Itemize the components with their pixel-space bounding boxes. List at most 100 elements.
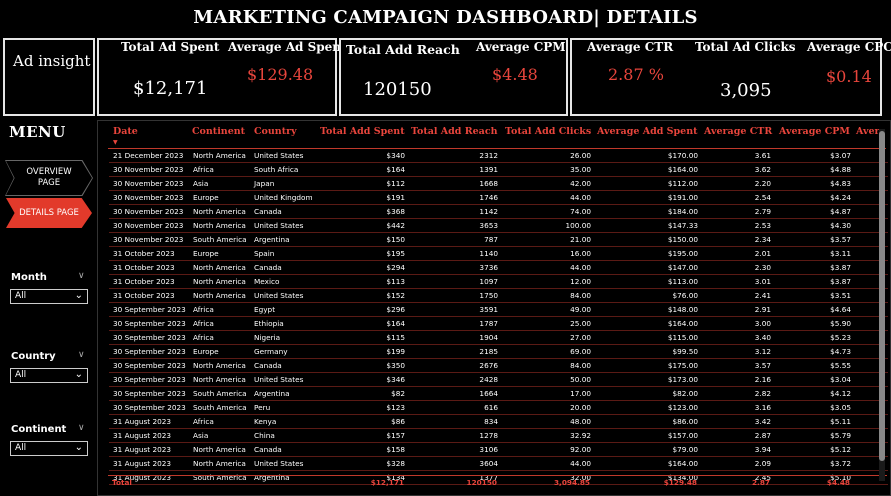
column-header-country[interactable]: Country [254,126,297,137]
cell-country: Canada [254,445,282,454]
cell-total-add-spent: $157 [386,431,405,440]
table-scrollbar-thumb[interactable] [879,131,885,461]
cell-total-add-spent: $350 [386,361,405,370]
cell-average-ctr: 2.53 [754,221,771,230]
cell-average-add-spent: $170.00 [667,151,698,160]
overview-page-button[interactable]: OVERVIEW PAGE [6,161,92,195]
cell-average-add-spent: $175.00 [667,361,698,370]
table-row[interactable]: 30 November 2023 Asia Japan $112 1668 42.00 $1… [98,177,890,191]
cell-average-add-spent: $147.33 [667,221,698,230]
column-header-total-add-spent[interactable]: Total Add Spent [320,126,405,137]
cell-continent: Europe [193,347,219,356]
table-row[interactable]: 30 November 2023 Africa South Africa $164 13… [98,163,890,177]
table-scrollbar[interactable] [879,129,885,481]
cell-total-add-spent: $123 [386,403,405,412]
table-row[interactable]: 30 September 2023 Africa Egypt $296 3591 49.0… [98,303,890,317]
table-row[interactable]: 30 November 2023 North America Canada $368 1… [98,205,890,219]
table-row[interactable]: 31 October 2023 North America Mexico $113 10… [98,275,890,289]
cell-average-ctr: 2.16 [754,375,771,384]
kpi-card-reach: Total Add Reach Average CPM $4.48 120150 [339,38,568,116]
cell-average-cpm: $4.87 [830,207,851,216]
cell-average-add-spent: $150.00 [667,235,698,244]
column-header-continent[interactable]: Continent [192,126,245,137]
table-row[interactable]: 31 August 2023 Africa Kenya $86 834 48.00 $86.… [98,415,890,429]
table-row[interactable]: 31 August 2023 Asia China $157 1278 32.92 $157… [98,429,890,443]
total-total-add-reach: 120150 [466,478,497,487]
cell-total-add-spent: $340 [386,151,405,160]
cell-continent: Africa [193,333,214,342]
country-select[interactable]: All ⌄ [10,368,88,383]
cell-total-add-clicks: 48.00 [570,417,591,426]
cell-average-ctr: 2.30 [754,263,771,272]
cell-total-add-reach: 2312 [479,151,498,160]
total-date: Total [112,478,132,487]
cell-continent: North America [193,291,246,300]
cell-total-add-reach: 1097 [479,277,498,286]
table-row[interactable]: 30 September 2023 Africa Nigeria $115 1904 27… [98,331,890,345]
cell-continent: Africa [193,319,214,328]
table-row[interactable]: 30 November 2023 North America United Stat… [98,219,890,233]
cell-continent: Asia [193,179,209,188]
cell-total-add-spent: $164 [386,319,405,328]
table-row[interactable]: 30 September 2023 South America Argentina $… [98,387,890,401]
cell-total-add-clicks: 84.00 [570,291,591,300]
cell-total-add-clicks: 100.00 [565,221,591,230]
cell-country: United Kingdom [254,193,313,202]
cell-total-add-spent: $346 [386,375,405,384]
cell-date: 30 November 2023 [113,165,184,174]
cell-average-cpm: $5.23 [830,333,851,342]
month-select[interactable]: All ⌄ [10,289,88,304]
chevron-down-icon[interactable]: ∨ [78,350,85,360]
cell-average-add-spent: $148.00 [667,305,698,314]
cell-average-ctr: 3.61 [754,151,771,160]
table-row[interactable]: 30 September 2023 South America Peru $123 61… [98,401,890,415]
table-row[interactable]: 31 August 2023 North America United States… [98,457,890,471]
table-row[interactable]: 30 September 2023 North America United Sta… [98,373,890,387]
cell-total-add-clicks: 32.92 [570,431,591,440]
table-row[interactable]: 21 December 2023 North America United Stat… [98,149,890,163]
cell-total-add-clicks: 50.00 [570,375,591,384]
cell-average-add-spent: $191.00 [667,193,698,202]
cell-country: Spain [254,249,275,258]
column-header-total-add-reach[interactable]: Total Add Reach [411,126,498,137]
continent-select[interactable]: All ⌄ [10,441,88,456]
cell-average-ctr: 2.91 [754,305,771,314]
cell-total-add-reach: 834 [484,417,498,426]
details-page-button[interactable]: DETAILS PAGE [6,198,92,228]
cell-average-ctr: 2.79 [754,207,771,216]
chevron-down-icon[interactable]: ∨ [78,423,85,433]
cell-average-ctr: 3.12 [754,347,771,356]
table-row[interactable]: 31 August 2023 North America Canada $158 310… [98,443,890,457]
cell-total-add-clicks: 26.00 [570,151,591,160]
table-row[interactable]: 31 October 2023 Europe Spain $195 1140 16.00 $… [98,247,890,261]
column-header-average-ctr[interactable]: Average CTR [704,126,772,137]
table-row[interactable]: 31 October 2023 North America Canada $294 37… [98,261,890,275]
table-row[interactable]: 30 September 2023 North America Canada $350… [98,359,890,373]
cell-continent: North America [193,459,246,468]
table-row[interactable]: 30 November 2023 Europe United Kingdom $191… [98,191,890,205]
cell-average-ctr: 3.62 [754,165,771,174]
cell-average-ctr: 2.34 [754,235,771,244]
cell-continent: Africa [193,305,214,314]
cell-average-add-spent: $164.00 [667,319,698,328]
column-header-average-cpc[interactable]: Aver [856,126,880,137]
cell-total-add-spent: $294 [386,263,405,272]
table-row[interactable]: 30 September 2023 Africa Ethiopia $164 1787 2… [98,317,890,331]
table-row[interactable]: 31 October 2023 North America United State… [98,289,890,303]
cell-total-add-reach: 3653 [479,221,498,230]
column-header-average-cpm[interactable]: Average CPM [779,126,850,137]
table-row[interactable]: 30 November 2023 South America Argentina $1… [98,233,890,247]
column-header-average-add-spent[interactable]: Average Add Spent [597,126,698,137]
cell-total-add-reach: 3591 [479,305,498,314]
cell-date: 31 October 2023 [113,277,175,286]
table-row[interactable]: 30 September 2023 Europe Germany $199 2185 69… [98,345,890,359]
cell-total-add-reach: 1140 [479,249,498,258]
cell-total-add-reach: 1278 [479,431,498,440]
cell-continent: North America [193,207,246,216]
cell-total-add-clicks: 25.00 [570,319,591,328]
chevron-down-icon[interactable]: ∨ [78,271,85,281]
sort-desc-icon[interactable]: ▼ [113,139,118,146]
cell-country: Argentina [254,235,290,244]
column-header-date[interactable]: Date [113,126,138,137]
column-header-total-add-clicks[interactable]: Total Add Clicks [505,126,591,137]
